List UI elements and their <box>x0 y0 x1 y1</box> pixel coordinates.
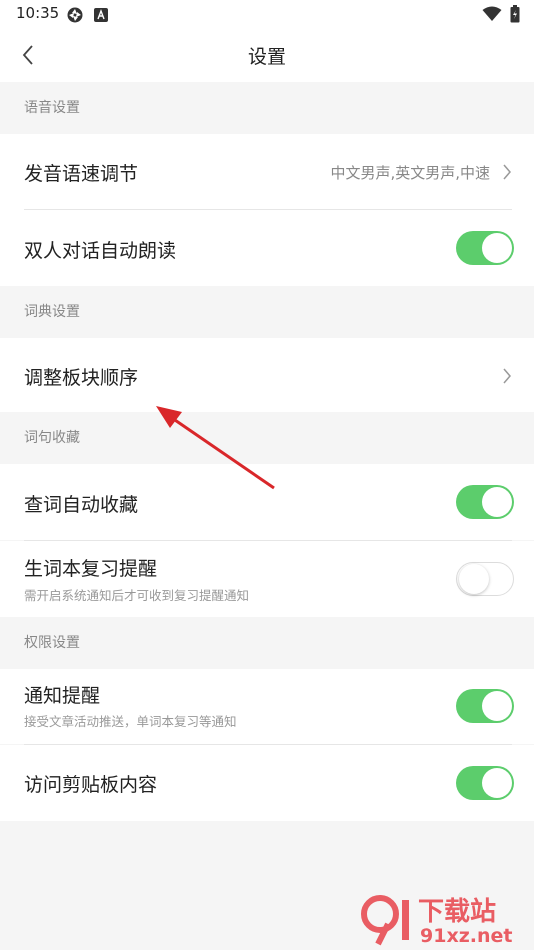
toggle-knob <box>482 487 512 517</box>
row-pronunciation-speed[interactable]: 发音语速调节 中文男声,英文男声,中速 <box>0 134 534 210</box>
row-clipboard: 访问剪贴板内容 <box>0 745 534 821</box>
a-badge-icon <box>94 8 108 22</box>
section-header-perm: 权限设置 <box>0 617 534 669</box>
status-bar: 10:35 <box>0 0 534 28</box>
row-title: 通知提醒 <box>24 685 101 707</box>
row-title: 生词本复习提醒 <box>24 558 158 580</box>
row-value: 中文男声,英文男声,中速 <box>330 164 490 182</box>
wifi-icon <box>482 6 502 21</box>
row-title: 访问剪贴板内容 <box>24 774 158 796</box>
annotation-arrow-icon <box>156 406 275 490</box>
svg-text:91xz.net: 91xz.net <box>420 925 512 946</box>
svg-text:下载站: 下载站 <box>418 897 496 927</box>
review-reminder-toggle[interactable] <box>456 562 514 596</box>
section-header-dict: 词典设置 <box>0 286 534 338</box>
toggle-knob <box>482 233 512 263</box>
toggle-knob <box>482 768 512 798</box>
notify-toggle[interactable] <box>456 689 514 723</box>
clipboard-toggle[interactable] <box>456 766 514 800</box>
section-header-voice: 语音设置 <box>0 82 534 134</box>
battery-icon <box>510 5 520 23</box>
row-notify: 通知提醒 接受文章活动推送，单词本复习等通知 <box>0 669 534 744</box>
status-time: 10:35 <box>16 4 60 22</box>
row-subtitle: 需开启系统通知后才可收到复习提醒通知 <box>24 588 250 603</box>
toggle-knob <box>459 564 489 594</box>
nav-bar: 设置 <box>0 28 534 82</box>
row-title: 发音语速调节 <box>24 163 139 185</box>
chevron-right-icon <box>503 368 511 384</box>
row-dialogue-autoread: 双人对话自动朗读 <box>0 210 534 286</box>
watermark-logo: 下载站 91xz.net <box>361 895 512 946</box>
row-title: 查词自动收藏 <box>24 494 139 516</box>
status-right-icons <box>482 5 520 23</box>
row-subtitle: 接受文章活动推送，单词本复习等通知 <box>24 714 237 729</box>
row-title: 调整板块顺序 <box>24 367 139 389</box>
status-left-icons <box>66 6 108 24</box>
toggle-knob <box>482 691 512 721</box>
row-title: 双人对话自动朗读 <box>24 240 177 262</box>
sync-icon <box>67 7 83 23</box>
row-review-reminder: 生词本复习提醒 需开启系统通知后才可收到复习提醒通知 <box>0 541 534 617</box>
auto-collect-toggle[interactable] <box>456 485 514 519</box>
page-title: 设置 <box>247 46 286 68</box>
dialogue-autoread-toggle[interactable] <box>456 231 514 265</box>
chevron-right-icon <box>503 164 511 180</box>
